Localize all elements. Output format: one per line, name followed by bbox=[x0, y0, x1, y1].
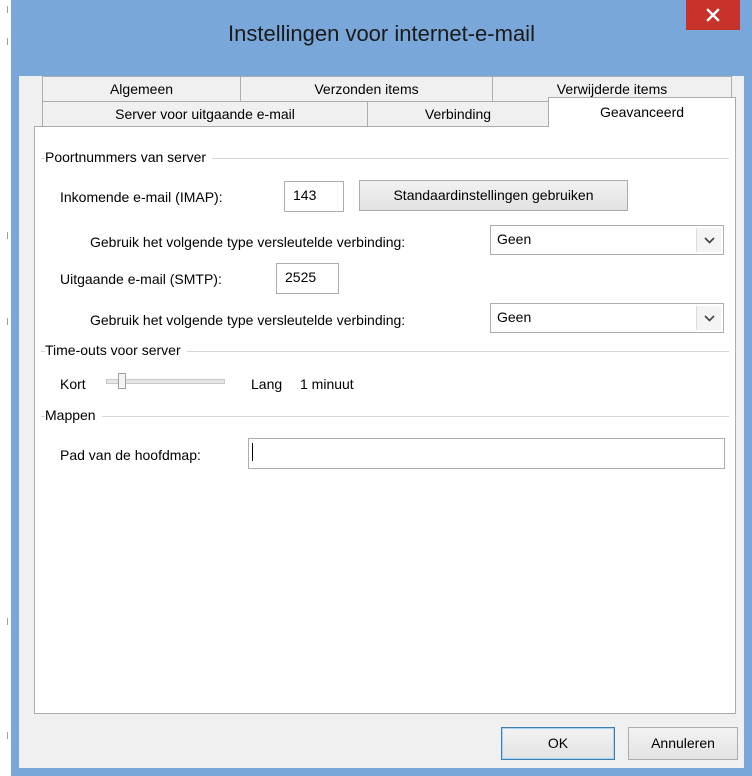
close-icon bbox=[706, 8, 720, 22]
text-cursor bbox=[252, 443, 253, 461]
outgoing-encryption-value: Geen bbox=[497, 309, 532, 325]
incoming-encryption-value: Geen bbox=[497, 231, 532, 247]
tab-algemeen[interactable]: Algemeen bbox=[42, 76, 241, 102]
edge-mark bbox=[7, 318, 8, 325]
edge-mark bbox=[7, 6, 8, 13]
outgoing-encryption-select[interactable]: Geen bbox=[490, 303, 724, 333]
group-label-folders: Mappen bbox=[45, 407, 102, 423]
root-folder-field[interactable] bbox=[248, 438, 725, 469]
cancel-button[interactable]: Annuleren bbox=[628, 727, 738, 760]
incoming-encryption-label: Gebruik het volgende type versleutelde v… bbox=[90, 234, 406, 250]
dialog-title: Instellingen voor internet-e-mail bbox=[228, 21, 535, 46]
ok-button[interactable]: OK bbox=[501, 727, 615, 760]
outgoing-port-label: Uitgaande e-mail (SMTP): bbox=[60, 271, 222, 287]
tab-geavanceerd[interactable]: Geavanceerd bbox=[548, 97, 736, 127]
tab-panel-geavanceerd: Poortnummers van server Inkomende e-mail… bbox=[34, 126, 736, 714]
root-folder-label: Pad van de hoofdmap: bbox=[60, 447, 201, 463]
edge-mark bbox=[7, 732, 8, 739]
timeout-short-label: Kort bbox=[60, 376, 86, 392]
incoming-port-field[interactable]: 143 bbox=[284, 181, 344, 212]
background-window-edge bbox=[0, 0, 11, 776]
dialog-body: Algemeen Verzonden items Verwijderde ite… bbox=[19, 76, 744, 768]
use-defaults-button[interactable]: Standaardinstellingen gebruiken bbox=[359, 180, 628, 211]
timeout-long-label: Lang bbox=[251, 376, 283, 392]
chevron-down-icon bbox=[696, 306, 721, 330]
edge-mark bbox=[7, 618, 8, 625]
edge-mark bbox=[7, 38, 8, 45]
incoming-encryption-select[interactable]: Geen bbox=[490, 225, 724, 255]
timeout-slider-thumb[interactable] bbox=[118, 373, 126, 389]
group-label-ports: Poortnummers van server bbox=[45, 149, 213, 165]
tab-verzonden-items[interactable]: Verzonden items bbox=[240, 76, 493, 102]
chevron-down-icon bbox=[696, 228, 721, 252]
close-button[interactable] bbox=[686, 0, 740, 30]
edge-mark bbox=[7, 232, 8, 239]
outgoing-encryption-label: Gebruik het volgende type versleutelde v… bbox=[90, 312, 406, 328]
dialog-window: Instellingen voor internet-e-mail Algeme… bbox=[11, 0, 752, 776]
group-label-timeouts: Time-outs voor server bbox=[45, 342, 187, 358]
incoming-port-label: Inkomende e-mail (IMAP): bbox=[60, 189, 223, 205]
title-bar[interactable]: Instellingen voor internet-e-mail bbox=[11, 0, 752, 76]
tab-verbinding[interactable]: Verbinding bbox=[367, 101, 549, 127]
tab-server-uitgaande-email[interactable]: Server voor uitgaande e-mail bbox=[42, 101, 368, 127]
timeout-value: 1 minuut bbox=[300, 376, 354, 392]
group-divider bbox=[41, 416, 729, 417]
outgoing-port-field[interactable]: 2525 bbox=[276, 263, 339, 294]
